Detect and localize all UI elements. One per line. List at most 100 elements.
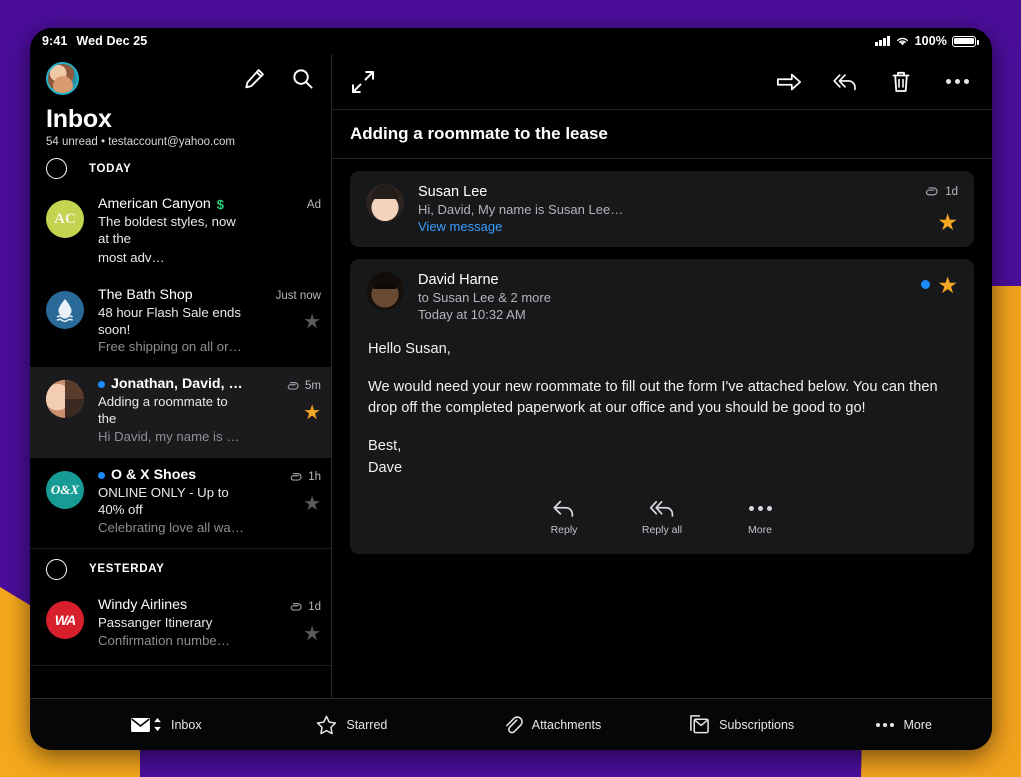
tab-inbox[interactable]: Inbox [130, 717, 316, 733]
status-date: Wed Dec 25 [76, 34, 148, 48]
snippet-text: Free shipping on all orders $… [98, 339, 245, 355]
reply-button[interactable]: Reply [535, 499, 593, 536]
section-header-yesterday: YESTERDAY [30, 549, 331, 588]
sender-name: O & X Shoes [111, 467, 197, 484]
more-button[interactable]: More [731, 499, 789, 536]
subject-line: Passanger Itinerary [98, 614, 213, 630]
status-time: 9:41 [42, 34, 68, 48]
chevron-updown-icon [154, 717, 161, 732]
action-label: Reply all [641, 523, 683, 536]
wifi-icon [896, 37, 908, 46]
battery-icon [952, 35, 979, 47]
battery-percent: 100% [914, 34, 947, 48]
sender-name: The Bath Shop [98, 286, 193, 303]
status-bar: 9:41 Wed Dec 25 100% [30, 28, 992, 54]
paperclip-icon [288, 470, 302, 484]
star-icon[interactable]: ★ [303, 624, 321, 644]
reply-all-icon[interactable] [832, 69, 858, 95]
timestamp: Just now [275, 289, 321, 302]
tab-label: More [903, 717, 932, 732]
avatar-initials: WA [54, 611, 77, 628]
body-paragraph-2: We would need your new roommate to fill … [368, 379, 938, 417]
deal-badge-icon: $ [216, 196, 225, 212]
unread-dot [98, 380, 105, 388]
select-all-yesterday-checkbox[interactable] [46, 558, 67, 580]
body-signature: Dave [368, 459, 403, 476]
message-body: Hello Susan, We would need your new room… [350, 335, 974, 491]
sender-name: Susan Lee [418, 184, 488, 200]
timestamp: 5m [305, 380, 321, 393]
more-horizontal-icon [748, 499, 772, 519]
tab-subscriptions[interactable]: Subscriptions [689, 714, 875, 735]
mail-sidebar: Inbox 54 unread • testaccount@yahoo.com … [30, 54, 332, 698]
list-item[interactable]: WA Windy Airlines Passanger Itinerary Co… [30, 588, 331, 666]
message-preview: Hi, David, My name is Susan Lee… [418, 202, 624, 217]
unread-dot[interactable] [921, 280, 931, 289]
avatar-initials: AC [54, 210, 76, 227]
snippet-text: Hi David, my name is Susan [98, 429, 245, 445]
unread-dot [98, 471, 105, 479]
page-title: Inbox [46, 105, 112, 133]
tab-starred[interactable]: Starred [316, 715, 502, 735]
avatar: WA [46, 600, 84, 639]
subject-line: 48 hour Flash Sale ends soon! [98, 304, 241, 337]
star-icon[interactable]: ★ [303, 312, 321, 332]
snippet-text: Confirmation numbe… [98, 632, 230, 648]
thread-messages: Susan Lee Hi, David, My name is Susan Le… [332, 159, 992, 698]
more-horizontal-icon [875, 722, 894, 727]
cellular-signal-icon [875, 36, 890, 46]
subject-line-2: most adv… [98, 249, 165, 265]
paperclip-icon [288, 600, 302, 614]
reply-all-button[interactable]: Reply all [633, 499, 691, 536]
section-header-today: TODAY [30, 148, 331, 187]
subject-line: ONLINE ONLY - Up to 40% off [98, 485, 229, 517]
bottom-tab-bar: Inbox Starred Attachments Subscriptions [30, 698, 992, 750]
action-label: More [748, 523, 772, 536]
water-drop-icon [56, 298, 74, 322]
message-card-collapsed[interactable]: Susan Lee Hi, David, My name is Susan Le… [350, 171, 974, 247]
tab-label: Subscriptions [719, 717, 795, 732]
avatar[interactable] [46, 62, 79, 95]
star-outline-icon [317, 715, 337, 734]
thread-subject: Adding a roommate to the lease [350, 124, 608, 143]
recipients[interactable]: to Susan Lee & 2 more [418, 290, 907, 305]
trash-icon[interactable] [888, 69, 914, 95]
star-icon[interactable]: ★ [303, 403, 321, 423]
paperclip-icon [285, 379, 299, 393]
sender-name: Windy Airlines [98, 596, 188, 613]
tab-label: Inbox [171, 717, 202, 732]
view-message-link[interactable]: View message [418, 219, 909, 234]
sender-name: David Harne [418, 272, 499, 288]
star-icon[interactable]: ★ [303, 494, 321, 514]
timestamp: 1d [945, 185, 958, 198]
avatar: O&X [46, 471, 84, 510]
list-item[interactable]: Jonathan, David, Susan Adding a roommate… [30, 367, 331, 459]
more-horizontal-icon[interactable] [944, 69, 970, 95]
avatar [46, 290, 84, 329]
timestamp: Ad [306, 199, 321, 211]
compose-pencil-icon[interactable] [241, 66, 267, 92]
avatar [366, 272, 404, 310]
list-item[interactable]: The Bath Shop 48 hour Flash Sale ends so… [30, 278, 331, 368]
sender-name: American Canyon [98, 196, 211, 212]
section-label: YESTERDAY [89, 563, 165, 576]
timestamp: 1h [308, 471, 321, 484]
list-item[interactable]: O&X O & X Shoes ONLINE ONLY - Up to 40% … [30, 458, 331, 549]
search-icon[interactable] [289, 66, 315, 92]
expand-arrows-icon[interactable] [350, 69, 376, 95]
tab-more[interactable]: More [875, 717, 932, 732]
snippet-text: Celebrating love all ways sin… [98, 519, 245, 535]
list-item[interactable]: AC American Canyon $ The boldest styles,… [30, 187, 331, 278]
paperclip-icon [505, 716, 523, 734]
forward-arrow-icon[interactable] [776, 69, 802, 95]
message-actions: Reply Reply all More [350, 491, 974, 554]
action-label: Reply [550, 523, 578, 536]
avatar-initials: O&X [50, 482, 80, 498]
tab-attachments[interactable]: Attachments [503, 714, 689, 735]
message-card-expanded: David Harne to Susan Lee & 2 more Today … [350, 259, 974, 554]
paperclip-icon [923, 184, 938, 199]
thread-subject-bar: Adding a roommate to the lease [332, 110, 992, 159]
select-all-today-checkbox[interactable] [46, 158, 67, 179]
star-icon[interactable]: ★ [937, 274, 958, 297]
star-icon[interactable]: ★ [937, 211, 958, 234]
